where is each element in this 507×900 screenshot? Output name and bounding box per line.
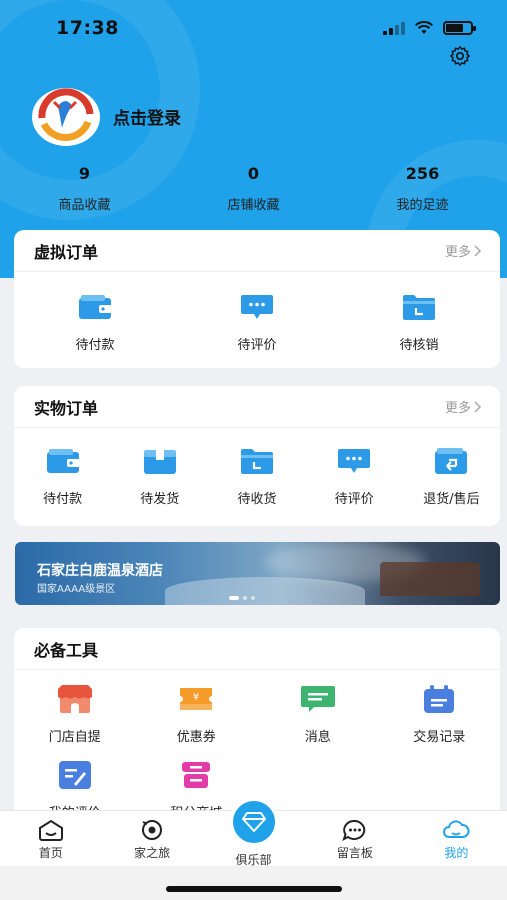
tool-label: 交易记录: [413, 730, 466, 745]
tab-label: 家之旅: [134, 846, 171, 860]
chat-icon: [342, 819, 366, 841]
wallet-icon: [46, 449, 80, 473]
comment-icon: [338, 449, 371, 473]
order-label: 待发货: [140, 492, 180, 507]
stat-favorite-shops[interactable]: 0 店铺收藏: [169, 164, 338, 213]
tool-label: 优惠券: [176, 730, 216, 745]
login-link[interactable]: 点击登录: [113, 104, 181, 129]
order-pending-payment[interactable]: 待付款: [14, 446, 111, 507]
stat-footprints[interactable]: 256 我的足迹: [338, 164, 507, 213]
card-title: 实物订单: [34, 398, 99, 418]
store-icon: [57, 685, 92, 713]
order-label: 待核销: [399, 338, 439, 353]
wifi-icon: [415, 21, 433, 34]
status-time: 17:38: [56, 17, 119, 39]
stat-label: 商品收藏: [58, 198, 111, 213]
card-header: 虚拟订单 更多: [14, 230, 500, 272]
box-icon: [143, 450, 176, 474]
more-link[interactable]: 更多: [445, 397, 482, 416]
status-icons: [383, 21, 476, 35]
order-pending-verify[interactable]: 待核销: [338, 292, 500, 353]
edit-icon: [58, 761, 91, 789]
tool-label: 门店自提: [48, 730, 101, 745]
home-indicator[interactable]: [166, 886, 342, 892]
chevron-right-icon: [474, 244, 482, 257]
tool-transactions[interactable]: 交易记录: [379, 684, 501, 760]
tab-label: 留言板: [336, 846, 373, 860]
stat-value: 256: [405, 164, 440, 183]
order-pending-review[interactable]: 待评价: [306, 446, 403, 507]
comment-icon: [241, 295, 273, 319]
banner-pagination: [229, 596, 255, 600]
banner-building: [380, 562, 480, 596]
promo-banner[interactable]: 石家庄白鹿温泉酒店 国家AAAA级景区: [15, 542, 500, 605]
tool-store-pickup[interactable]: 门店自提: [14, 684, 136, 760]
card-title: 必备工具: [34, 640, 99, 660]
chevron-right-icon: [474, 400, 482, 413]
home-indicator-area: [0, 866, 507, 900]
cloud-icon: [443, 820, 470, 838]
order-label: 待评价: [237, 338, 277, 353]
banner-subtitle: 国家AAAA级景区: [37, 584, 116, 595]
stat-label: 店铺收藏: [227, 198, 280, 213]
folder-check-icon: [403, 295, 435, 320]
tab-journey[interactable]: 家之旅: [101, 811, 202, 866]
order-pending-shipment[interactable]: 待发货: [111, 446, 208, 507]
wallet-icon: [79, 295, 112, 319]
order-after-sales[interactable]: 退货/售后: [403, 446, 500, 507]
points-icon: [182, 762, 211, 788]
home-icon: [38, 819, 63, 841]
return-icon: [435, 448, 468, 474]
stat-value: 9: [78, 164, 91, 183]
more-link[interactable]: 更多: [445, 241, 482, 260]
tab-message-board[interactable]: 留言板: [304, 811, 405, 866]
avatar[interactable]: [32, 88, 100, 146]
order-pending-payment[interactable]: 待付款: [14, 292, 176, 353]
club-button[interactable]: [228, 797, 279, 847]
virtual-orders-card: 虚拟订单 更多 待付款 待评价 待核销: [14, 230, 500, 368]
card-title: 虚拟订单: [34, 242, 99, 262]
tab-home[interactable]: 首页: [0, 811, 101, 866]
more-label: 更多: [444, 401, 471, 416]
settings-gear-icon[interactable]: [449, 45, 471, 67]
calendar-icon: [424, 685, 455, 713]
signal-icon: [383, 21, 405, 35]
more-label: 更多: [444, 245, 471, 260]
banner-lake: [165, 577, 365, 605]
tab-label: 首页: [38, 846, 63, 860]
bottom-tab-bar: 首页 家之旅 俱乐部 留言板 我的: [0, 797, 507, 867]
journey-icon: [142, 820, 163, 840]
coupon-icon: ¥: [180, 688, 213, 710]
tool-messages[interactable]: 消息: [257, 684, 379, 760]
stat-value: 0: [247, 164, 260, 183]
physical-orders-card: 实物订单 更多 待付款 待发货 待收货 待评价 退货/售后: [14, 386, 500, 526]
order-label: 待付款: [75, 338, 115, 353]
tab-label: 我的: [444, 846, 469, 860]
order-grid: 待付款 待发货 待收货 待评价 退货/售后: [14, 428, 500, 507]
status-bar: 17:38: [0, 0, 507, 56]
order-pending-receipt[interactable]: 待收货: [208, 446, 305, 507]
card-header: 必备工具: [14, 628, 500, 670]
stats-row: 9 商品收藏 0 店铺收藏 256 我的足迹: [0, 164, 507, 213]
message-icon: [300, 686, 335, 712]
card-header: 实物订单 更多: [14, 386, 500, 428]
order-label: 待评价: [334, 492, 374, 507]
stat-label: 我的足迹: [396, 198, 449, 213]
order-pending-review[interactable]: 待评价: [176, 292, 338, 353]
tool-coupons[interactable]: ¥ 优惠券: [136, 684, 258, 760]
battery-icon: [443, 21, 476, 35]
order-label: 退货/售后: [423, 492, 480, 507]
svg-text:¥: ¥: [193, 692, 199, 703]
tab-mine[interactable]: 我的: [406, 811, 507, 866]
brand-logo-icon: [38, 88, 94, 143]
diamond-icon: [241, 812, 266, 832]
tab-club[interactable]: 俱乐部: [203, 797, 304, 867]
order-grid: 待付款 待评价 待核销: [14, 272, 500, 353]
tool-label: 消息: [304, 730, 331, 745]
stat-favorite-goods[interactable]: 9 商品收藏: [0, 164, 169, 213]
folder-check-icon: [241, 449, 273, 474]
banner-title: 石家庄白鹿温泉酒店: [37, 563, 163, 579]
order-label: 待付款: [43, 492, 83, 507]
order-label: 待收货: [237, 492, 277, 507]
